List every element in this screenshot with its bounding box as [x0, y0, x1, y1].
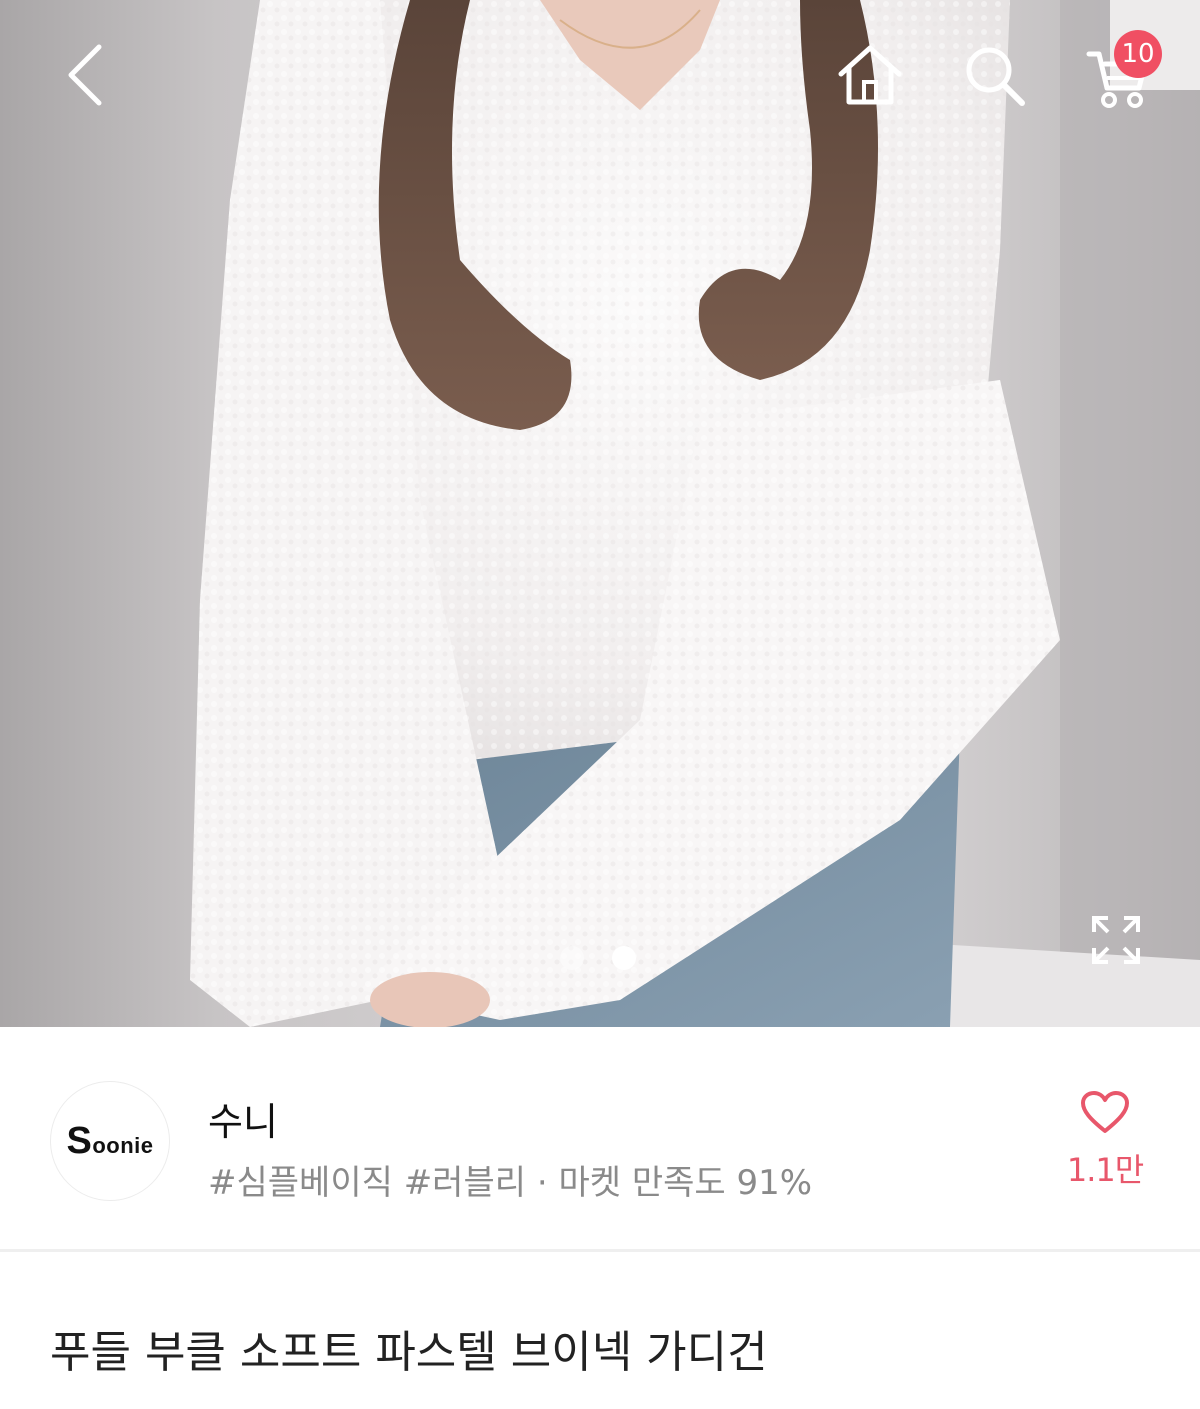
expand-icon: [1092, 916, 1140, 964]
product-image-gallery[interactable]: 10: [0, 0, 1200, 1027]
product-photo: [190, 0, 1200, 1027]
section-divider: [0, 1249, 1200, 1252]
heart-icon: [1081, 1091, 1129, 1133]
home-button[interactable]: [832, 40, 908, 110]
seller-tags-and-rating: #심플베이직 #러블리 · 마켓 만족도 91%: [208, 1163, 813, 1203]
chevron-left-icon: [68, 44, 102, 106]
carousel-dot-active[interactable]: [612, 946, 636, 970]
seller-info-section: Soonie 수니 #심플베이직 #러블리 · 마켓 만족도 91% 1.1만: [0, 1027, 1200, 1249]
search-button[interactable]: [956, 40, 1032, 110]
seller-logo-text: Soonie: [66, 1119, 154, 1162]
like-button[interactable]: 1.1만: [1060, 1091, 1150, 1211]
cart-count-badge: 10: [1114, 30, 1162, 78]
carousel-dot[interactable]: [560, 946, 584, 970]
search-icon: [966, 47, 1025, 106]
expand-image-button[interactable]: [1086, 910, 1146, 970]
seller-logo[interactable]: Soonie: [50, 1081, 170, 1201]
seller-name[interactable]: 수니: [208, 1091, 278, 1146]
like-count: 1.1만: [1066, 1151, 1144, 1189]
product-title: 푸들 부클 소프트 파스텔 브이넥 가디건: [50, 1327, 768, 1378]
back-button[interactable]: [50, 40, 120, 110]
home-icon: [838, 45, 902, 105]
carousel-indicator: [560, 946, 636, 970]
